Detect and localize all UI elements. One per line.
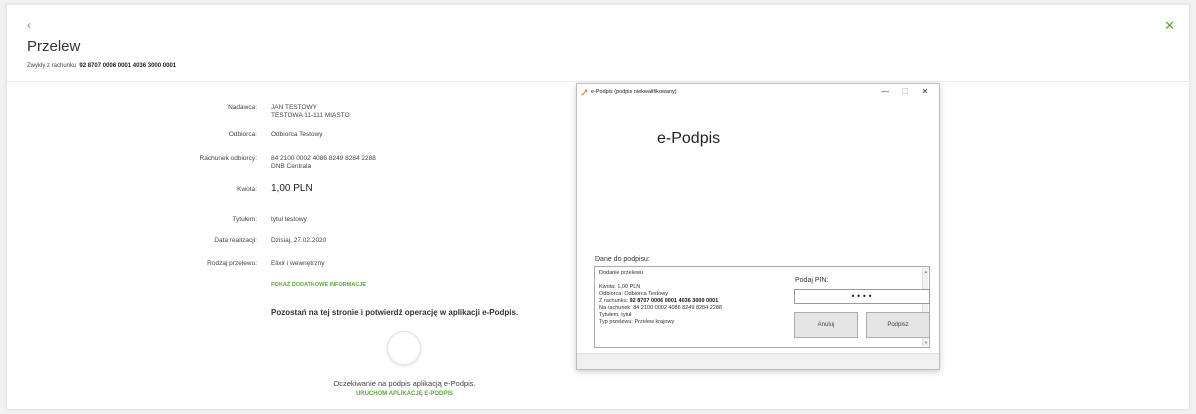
minimize-icon[interactable]: — bbox=[879, 87, 891, 96]
from-account-value: 92 8707 0006 0001 4036 3000 0001 bbox=[629, 298, 719, 304]
recipient-value: Odbiorca Testowy bbox=[271, 131, 323, 138]
confirm-instruction: Pozostań na tej stronie i potwierdź oper… bbox=[271, 308, 519, 317]
cancel-button[interactable]: Anuluj bbox=[794, 312, 858, 338]
sender-value: JAN TESTOWY TESTOWA 11-111 MIASTO bbox=[271, 104, 350, 120]
sign-data-label: Dane do podpisu: bbox=[595, 256, 650, 263]
launch-app-link[interactable]: URUCHOM APLIKACJĘ E-PODPIS bbox=[7, 391, 802, 397]
from-account-label: Z rachunku: bbox=[599, 298, 629, 304]
recipient-account-number: 84 2100 0002 4086 8249 8284 2288 bbox=[271, 155, 376, 162]
pin-label: Podaj PIN: bbox=[795, 277, 829, 284]
sender-label: Nadawca: bbox=[228, 104, 257, 111]
transfer-title-value: tytuł testowy bbox=[271, 216, 307, 223]
dialog-statusbar bbox=[577, 353, 939, 369]
source-account: Zwykły z rachunku 92 8707 0006 0001 4036 … bbox=[27, 63, 176, 69]
transfer-type-value: Elixir i wewnętrzny bbox=[271, 260, 325, 267]
sign-data-line: Na rachunek: 84 2100 0002 4086 8249 8284… bbox=[599, 305, 722, 311]
date-label: Data realizacji: bbox=[214, 237, 257, 244]
amount-value: 1,00 PLN bbox=[271, 183, 313, 194]
transfer-type-label: Rodzaj przelewu: bbox=[207, 260, 257, 267]
sign-data-line: Dodanie przelewu bbox=[599, 270, 644, 276]
recipient-bank: DNB Centrala bbox=[271, 163, 312, 170]
scroll-down-icon[interactable]: ▼ bbox=[923, 339, 929, 346]
pen-icon bbox=[581, 89, 588, 96]
transfer-title-label: Tytułem: bbox=[232, 216, 257, 223]
waiting-message: Oczekiwanie na podpis aplikacją e-Podpis… bbox=[333, 379, 476, 388]
sign-button[interactable]: Podpisz bbox=[866, 312, 930, 338]
epodpis-dialog: e-Podpis (podpis niekwalifikowany) — ☐ ✕… bbox=[576, 83, 940, 370]
scroll-up-icon[interactable]: ▲ bbox=[923, 268, 929, 275]
loading-spinner bbox=[387, 331, 421, 365]
date-value: Dzisiaj, 27.02.2020 bbox=[271, 237, 327, 244]
recipient-account-label: Rachunek odbiorcy: bbox=[199, 155, 257, 162]
dialog-heading: e-Podpis bbox=[657, 130, 721, 147]
recipient-account-value: 84 2100 0002 4086 8249 8284 2288 DNB Cent… bbox=[271, 155, 376, 171]
page-title: Przelew bbox=[27, 38, 81, 55]
close-icon[interactable]: ✕ bbox=[1164, 18, 1175, 34]
chevron-left-icon[interactable]: ‹ bbox=[27, 18, 31, 32]
divider bbox=[7, 81, 1189, 82]
dialog-title: e-Podpis (podpis niekwalifikowany) bbox=[591, 89, 677, 95]
source-account-label: Zwykły z rachunku bbox=[27, 63, 77, 69]
sender-address: TESTOWA 11-111 MIASTO bbox=[271, 112, 350, 119]
amount-label: Kwota: bbox=[237, 186, 257, 193]
source-account-number: 92 8707 0006 0001 4036 3000 0001 bbox=[79, 63, 177, 69]
dialog-close-icon[interactable]: ✕ bbox=[919, 87, 931, 96]
pin-input[interactable]: •••• bbox=[794, 289, 930, 304]
maximize-icon[interactable]: ☐ bbox=[899, 87, 911, 96]
sender-name: JAN TESTOWY bbox=[271, 104, 317, 111]
recipient-label: Odbiorca: bbox=[228, 131, 257, 138]
show-more-info-link[interactable]: POKAŻ DODATKOWE INFORMACJE bbox=[271, 282, 366, 288]
dialog-titlebar[interactable]: e-Podpis (podpis niekwalifikowany) — ☐ ✕ bbox=[577, 84, 939, 100]
